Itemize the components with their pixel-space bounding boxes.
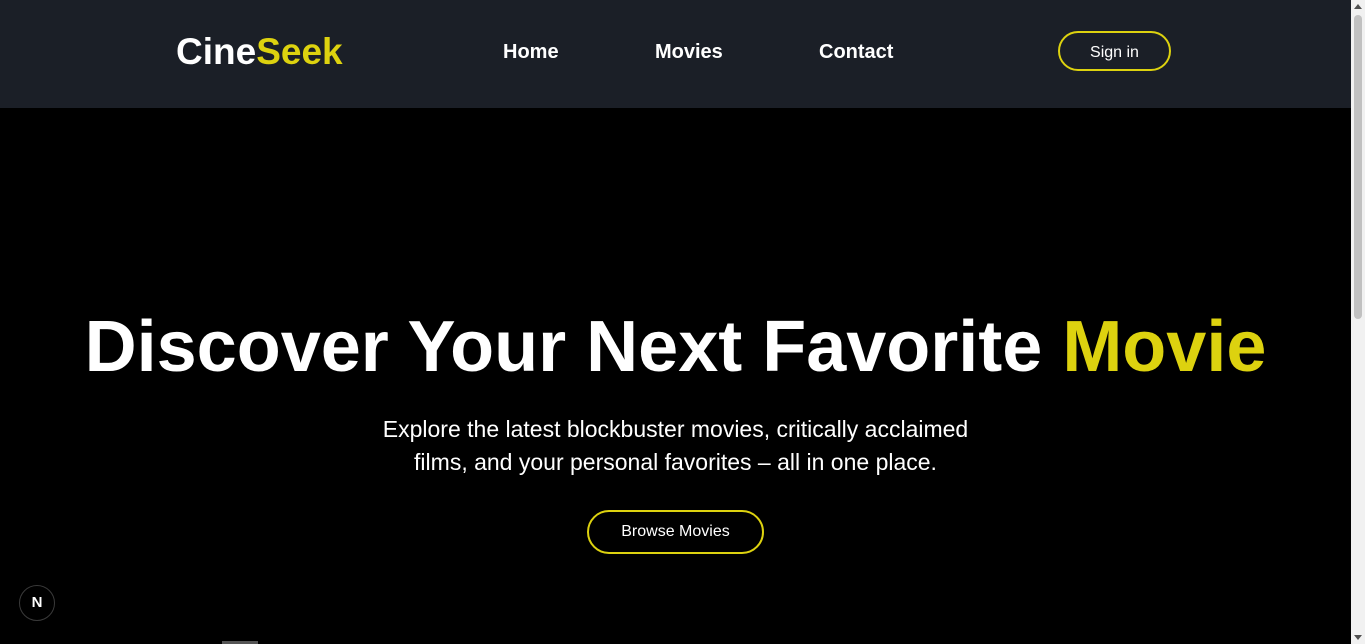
scroll-thumb[interactable] [1354,15,1362,319]
vertical-scrollbar[interactable] [1351,0,1365,644]
browse-movies-button[interactable]: Browse Movies [587,510,764,554]
site-logo[interactable]: CineSeek [176,32,343,72]
nav-link-contact[interactable]: Contact [819,40,893,64]
nav-link-movies[interactable]: Movies [655,40,723,64]
hero-section: Discover Your Next Favorite Movie Explor… [0,108,1351,644]
nav-link-home[interactable]: Home [503,40,559,64]
logo-text-seek: Seek [256,31,343,72]
logo-text-cine: Cine [176,31,257,72]
hero-title-main: Discover Your Next Favorite [84,307,1063,387]
sign-in-button[interactable]: Sign in [1058,31,1171,71]
hero-title: Discover Your Next Favorite Movie [0,307,1351,387]
nextjs-icon[interactable]: N [19,585,55,621]
scroll-up-arrow-icon[interactable] [1354,4,1362,9]
hero-title-accent: Movie [1062,307,1267,387]
site-header: CineSeek Home Movies Contact Sign in [0,0,1351,108]
page: CineSeek Home Movies Contact Sign in Dis… [0,0,1365,644]
horizontal-scroll-track [0,640,1351,644]
scroll-down-arrow-icon[interactable] [1354,635,1362,640]
hero-subtitle: Explore the latest blockbuster movies, c… [382,416,969,475]
